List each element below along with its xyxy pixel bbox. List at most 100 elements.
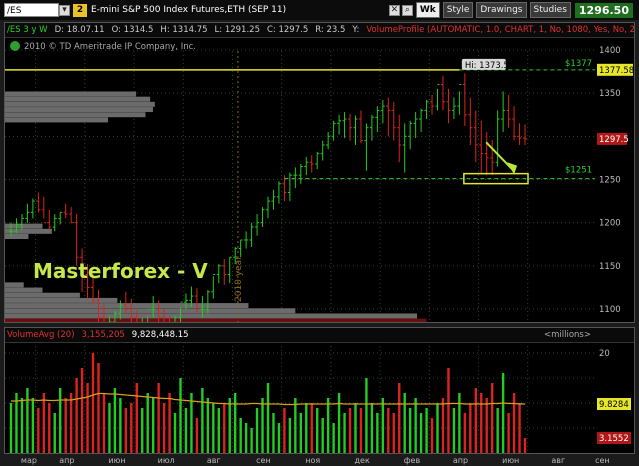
arrow-head bbox=[507, 162, 518, 175]
level-upper-label: $1377 bbox=[565, 59, 592, 69]
volume-bar-72 bbox=[403, 393, 406, 453]
volume-bar-80 bbox=[447, 368, 450, 453]
search-icon[interactable]: ⌕ bbox=[401, 4, 413, 16]
link-number-badge[interactable]: 2 bbox=[73, 3, 87, 17]
vol-avg-value: 9.8284 bbox=[599, 400, 629, 410]
volume-bar-54 bbox=[305, 403, 308, 453]
studies-button[interactable]: Studies bbox=[529, 2, 571, 18]
volume-bar-70 bbox=[392, 413, 395, 453]
volume-profile-bar-14 bbox=[5, 308, 296, 314]
volume-bar-3 bbox=[26, 388, 29, 453]
price-tick-1: 1150 bbox=[599, 262, 621, 272]
volume-bar-53 bbox=[299, 413, 303, 453]
crosshair-icon[interactable]: ✕ bbox=[388, 4, 400, 16]
volume-bar-38 bbox=[217, 408, 220, 453]
volume-bar-50 bbox=[283, 408, 286, 453]
volume-value-1: 3,155,205 bbox=[81, 330, 125, 340]
volume-profile-bar-15 bbox=[5, 313, 418, 319]
price-chart[interactable]: 2010 year$1377$1251Hi: 1373.5Masterforex… bbox=[5, 37, 634, 322]
volume-header: VolumeAvg (20) 3,155,205 9,828,448.15 <mil… bbox=[5, 328, 634, 343]
price-header: /ES 3 y W D: 18.07.11 O: 1314.5 H: 1314.75 L… bbox=[5, 23, 634, 38]
volume-profile-bar-0 bbox=[5, 91, 137, 97]
volume-bar-90 bbox=[501, 373, 505, 453]
axis-price-value: 1297.5 bbox=[599, 135, 629, 145]
volume-bar-89 bbox=[496, 408, 499, 453]
instrument-description: E-mini S&P 500 Index Futures,ETH (SEP 11… bbox=[91, 5, 287, 15]
x-tick-8: фев bbox=[404, 456, 421, 465]
style-button[interactable]: Style bbox=[442, 2, 474, 18]
volume-bar-40 bbox=[228, 398, 231, 453]
volume-bar-47 bbox=[266, 383, 270, 453]
volume-bar-65 bbox=[365, 378, 368, 453]
volume-bar-76 bbox=[425, 408, 428, 453]
volume-bar-77 bbox=[430, 418, 434, 453]
volume-bar-23 bbox=[135, 383, 138, 453]
watermark-text: Masterforex - V bbox=[33, 259, 208, 283]
ohlc-date: D: 18.07.11 bbox=[54, 25, 105, 35]
volume-bar-31 bbox=[179, 378, 182, 453]
volume-bar-43 bbox=[244, 423, 248, 453]
volume-bar-11 bbox=[69, 393, 73, 453]
volume-bar-18 bbox=[108, 403, 111, 453]
ohlc-open: O: 1314.5 bbox=[111, 25, 154, 35]
volume-bar-56 bbox=[316, 408, 319, 453]
volume-bar-7 bbox=[48, 403, 51, 453]
volume-bar-92 bbox=[512, 393, 516, 453]
volume-bar-51 bbox=[288, 418, 292, 453]
volume-bar-29 bbox=[168, 393, 171, 453]
copyright-text: 2010 © TD Ameritrade IP Company, Inc. bbox=[24, 42, 196, 52]
volume-bar-94 bbox=[523, 438, 527, 453]
volume-chart[interactable]: 20 9.8284 3.1552 bbox=[5, 342, 634, 453]
x-tick-6: ноя bbox=[305, 456, 320, 465]
volume-bar-71 bbox=[398, 383, 401, 453]
ohlc-high: H: 1314.75 bbox=[160, 25, 208, 35]
volume-bar-24 bbox=[141, 408, 144, 453]
volume-bar-86 bbox=[480, 393, 483, 453]
volume-profile-label[interactable]: VolumeProfile (AUTOMATIC, 1.0, CHART, 1,… bbox=[364, 25, 634, 35]
volume-bar-0 bbox=[9, 403, 13, 453]
volume-bar-12 bbox=[75, 378, 78, 453]
volume-bar-64 bbox=[359, 408, 363, 453]
volume-bar-84 bbox=[469, 403, 472, 453]
volume-bar-28 bbox=[162, 403, 166, 453]
volume-bar-26 bbox=[151, 398, 155, 453]
volume-bar-60 bbox=[337, 393, 341, 453]
volume-bar-49 bbox=[277, 423, 281, 453]
last-price: 1296.50 bbox=[574, 2, 633, 18]
volume-bar-5 bbox=[37, 408, 40, 453]
volume-bar-57 bbox=[321, 418, 324, 453]
x-tick-3: июл bbox=[158, 456, 175, 465]
drawings-button[interactable]: Drawings bbox=[476, 2, 527, 18]
volume-bar-22 bbox=[130, 403, 133, 453]
volume-bar-78 bbox=[436, 403, 439, 453]
level-lower-label: $1251 bbox=[565, 166, 592, 176]
x-tick-10: июн bbox=[502, 456, 519, 465]
dropdown-icon[interactable]: ▾ bbox=[59, 4, 70, 16]
volume-bar-10 bbox=[64, 398, 67, 453]
volume-bar-85 bbox=[474, 388, 477, 453]
volume-bar-30 bbox=[173, 413, 177, 453]
volume-bar-79 bbox=[441, 398, 445, 453]
symbol-input[interactable]: /ES bbox=[4, 3, 59, 17]
aggregation-label[interactable]: /ES 3 y W bbox=[5, 25, 50, 35]
volume-profile-bar-2 bbox=[5, 101, 155, 107]
ohlc-range: R: 23.5 bbox=[315, 25, 346, 35]
volume-bar-81 bbox=[452, 408, 456, 453]
volume-panel: VolumeAvg (20) 3,155,205 9,828,448.15 <mil… bbox=[4, 327, 635, 454]
aggregation-button[interactable]: Wk bbox=[415, 2, 440, 18]
volume-bar-1 bbox=[15, 393, 18, 453]
x-tick-12: сен bbox=[595, 456, 610, 465]
volume-profile-bar-8 bbox=[5, 234, 29, 239]
volume-study-label[interactable]: VolumeAvg (20) bbox=[5, 330, 77, 340]
volume-bar-67 bbox=[376, 413, 379, 453]
x-tick-0: мар bbox=[21, 456, 37, 465]
volume-profile-bar-3 bbox=[5, 107, 153, 113]
x-tick-4: авг bbox=[207, 456, 221, 465]
volume-bar-19 bbox=[113, 388, 117, 453]
volume-bar-82 bbox=[458, 393, 461, 453]
volume-bar-69 bbox=[387, 408, 390, 453]
volume-bar-16 bbox=[97, 363, 100, 453]
ohlc-close: C: 1297.5 bbox=[266, 25, 309, 35]
volume-bar-20 bbox=[119, 398, 122, 453]
volume-bar-45 bbox=[255, 408, 259, 453]
